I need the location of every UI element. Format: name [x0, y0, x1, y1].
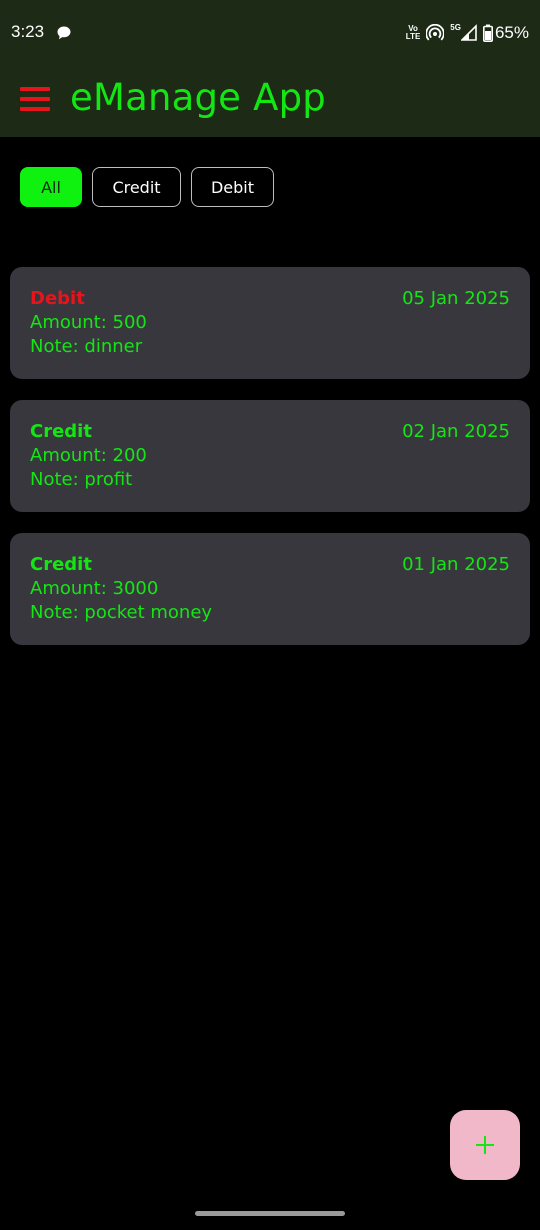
transaction-card[interactable]: Credit 01 Jan 2025 Amount: 3000 Note: po…	[10, 533, 530, 645]
filter-credit-chip[interactable]: Credit	[92, 167, 181, 207]
transaction-note: Note: dinner	[30, 336, 143, 357]
home-indicator[interactable]	[195, 1211, 345, 1216]
status-time: 3:23	[11, 22, 45, 41]
add-transaction-button[interactable]	[450, 1110, 520, 1180]
transaction-card[interactable]: Credit 02 Jan 2025 Amount: 200 Note: pro…	[10, 400, 530, 512]
plus-icon	[476, 1136, 494, 1154]
app-bar: eManage App	[0, 64, 540, 137]
volte-bottom: LTE	[405, 32, 421, 41]
transaction-date: 01 Jan 2025	[402, 554, 510, 575]
filter-chips: All Credit Debit	[20, 167, 274, 207]
transaction-note: Note: profit	[30, 469, 133, 490]
app-title: eManage App	[70, 76, 326, 119]
transaction-date: 02 Jan 2025	[402, 421, 510, 442]
filter-debit-chip[interactable]: Debit	[191, 167, 274, 207]
transaction-amount: Amount: 200	[30, 445, 147, 466]
menu-icon[interactable]	[20, 87, 50, 111]
battery-percent: 65%	[494, 23, 529, 42]
transaction-amount: Amount: 3000	[30, 578, 159, 599]
status-bar: 3:23 Vo LTE 5G 65%	[0, 0, 540, 64]
transaction-card[interactable]: Debit 05 Jan 2025 Amount: 500 Note: dinn…	[10, 267, 530, 379]
transaction-list: Debit 05 Jan 2025 Amount: 500 Note: dinn…	[10, 267, 530, 666]
signal-icon	[460, 24, 477, 41]
transaction-date: 05 Jan 2025	[402, 288, 510, 309]
battery-icon	[482, 24, 493, 42]
transaction-type: Credit	[30, 554, 92, 575]
transaction-type: Credit	[30, 421, 92, 442]
network-type: 5G	[450, 22, 461, 32]
transaction-note: Note: pocket money	[30, 602, 213, 623]
transaction-amount: Amount: 500	[30, 312, 147, 333]
transaction-type: Debit	[30, 288, 85, 309]
hotspot-icon	[426, 24, 445, 41]
status-icons: Vo LTE 5G 65%	[406, 22, 529, 44]
volte-indicator: Vo LTE	[406, 25, 421, 41]
filter-all-chip[interactable]: All	[20, 167, 82, 207]
chat-bubble-icon	[57, 26, 71, 40]
